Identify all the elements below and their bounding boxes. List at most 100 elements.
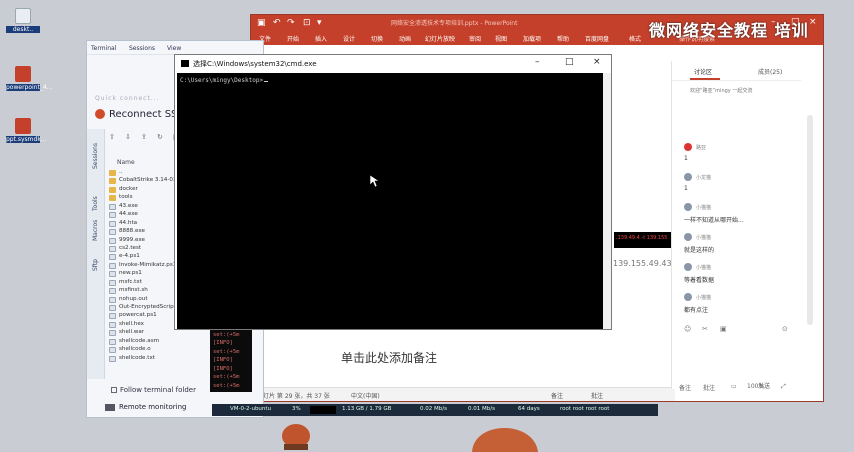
slideshow-icon[interactable]: ⊡ [303, 18, 311, 28]
menu-sessions[interactable]: Sessions [129, 45, 155, 52]
file-name: 8888.exe [119, 228, 145, 235]
discussion-scrollbar[interactable] [807, 115, 813, 325]
side-tab-sessions[interactable]: Sessions [92, 143, 99, 169]
cmd-console[interactable]: C:\Users\mingy\Desktop> [177, 73, 603, 329]
users-list: root root root root [560, 406, 610, 412]
comments-toggle[interactable]: 批注 [703, 383, 715, 392]
desktop-icon[interactable]: ppt.sysmdk... [6, 118, 47, 143]
file-name: tools [119, 194, 133, 201]
slide-counter: 幻灯片 第 29 张，共 37 张 [257, 393, 330, 400]
message-text: 就是这样的 [684, 247, 715, 254]
save-icon[interactable]: ▣ [257, 18, 266, 28]
minimize-icon[interactable]: – [535, 57, 540, 67]
prompt-text: C:\Users\mingy\Desktop> [180, 77, 264, 84]
terminal-fragment: .139.49.4 -t 139.155 [614, 232, 674, 248]
tab-animations[interactable]: 动画 [399, 34, 411, 43]
zoom-level[interactable]: 100% [747, 383, 764, 390]
chat-toolbar: ☺ ✂ ▣ ⊙ [684, 325, 794, 335]
file-icon [109, 305, 116, 311]
tab-help[interactable]: 帮助 [557, 34, 569, 43]
desktop-icon[interactable]: powerpoint_4... [6, 66, 52, 91]
up-folder-icon[interactable]: ⇧ [109, 133, 115, 141]
settings-icon[interactable]: ⊙ [782, 325, 788, 333]
notes-toggle[interactable]: 备注 [679, 383, 691, 392]
file-name: docker [119, 185, 138, 192]
menu-terminal[interactable]: Terminal [91, 45, 116, 52]
terminal-line: set:(+5m [213, 331, 240, 338]
message-text: 都有点注 [684, 307, 709, 314]
view-icon[interactable]: ▭ [731, 383, 737, 390]
chat-message: 小猫猫 一样不知道从哪开始... [684, 203, 744, 224]
tab-home[interactable]: 开始 [287, 34, 299, 43]
side-tab-tools[interactable]: Tools [92, 196, 99, 211]
upload-icon[interactable]: ⇪ [141, 133, 147, 141]
cmd-window: 选择C:\Windows\system32\cmd.exe – □ × C:\U… [174, 54, 612, 330]
side-tab-macros[interactable]: Macros [92, 220, 99, 241]
tab-review[interactable]: 审阅 [469, 34, 481, 43]
download-icon[interactable]: ⇩ [125, 133, 131, 141]
folder-icon [109, 186, 116, 193]
tab-transitions[interactable]: 切换 [371, 34, 383, 43]
remote-monitoring-label: Remote monitoring [119, 403, 187, 411]
file-icon [15, 8, 31, 24]
message-text: 一样不知道从哪开始... [684, 217, 744, 224]
file-name: msfinst.sh [119, 287, 148, 294]
remote-monitoring-button[interactable]: Remote monitoring [105, 403, 186, 411]
avatar [684, 143, 692, 151]
customize-icon[interactable]: ▾ [317, 18, 322, 28]
tab-design[interactable]: 设计 [343, 34, 355, 43]
tab-format[interactable]: 格式 [629, 34, 641, 43]
refresh-icon[interactable]: ↻ [157, 133, 163, 141]
side-tab-sftp[interactable]: Sftp [92, 259, 99, 271]
cmd-app-icon [181, 60, 189, 67]
terminal-line: set:(+5m [213, 348, 240, 355]
welcome-notice: 欢迎“路亚”mingy 一起交流 [690, 88, 753, 94]
chat-message: 小猫猫 就是这样的 [684, 233, 714, 254]
file-name: shellcode.o [119, 346, 151, 353]
sender-name: 路亚 [696, 144, 707, 151]
file-icon [109, 237, 116, 244]
file-name: 9999.exe [119, 236, 145, 243]
message-text: 1 [684, 185, 688, 192]
tab-baidu[interactable]: 百度网盘 [585, 34, 609, 43]
terminal-line: [INFO] [213, 357, 233, 363]
tab-slideshow[interactable]: 幻灯片放映 [425, 34, 455, 43]
image-icon[interactable]: ▣ [720, 325, 727, 333]
desktop-icon[interactable]: deskt.. [6, 8, 40, 33]
file-icon [109, 355, 116, 362]
file-name: e-4.ps1 [119, 253, 140, 260]
scissors-icon[interactable]: ✂ [702, 325, 708, 333]
maximize-icon[interactable]: □ [565, 57, 574, 67]
close-icon[interactable]: × [809, 17, 817, 27]
file-icon [109, 229, 116, 236]
notes-toggle[interactable]: 备注 [551, 391, 563, 400]
redo-icon[interactable]: ↷ [287, 18, 295, 28]
file-name: shellcode.txt [119, 354, 155, 361]
file-name: new.ps1 [119, 270, 142, 277]
tab-insert[interactable]: 插入 [315, 34, 327, 43]
file-name: msfc.txt [119, 278, 142, 285]
column-header-name[interactable]: Name [117, 159, 135, 166]
quick-connect-input[interactable]: Quick connect... [95, 95, 160, 102]
tab-addins[interactable]: 加载项 [523, 34, 541, 43]
notes-placeholder[interactable]: 单击此处添加备注 [341, 349, 437, 366]
close-icon[interactable]: × [593, 57, 601, 67]
cmd-scrollbar[interactable] [603, 73, 611, 329]
emoji-icon[interactable]: ☺ [684, 325, 691, 333]
file-icon [109, 313, 116, 320]
monitor-icon [105, 403, 115, 411]
undo-icon[interactable]: ↶ [273, 18, 281, 28]
menu-view[interactable]: View [167, 45, 181, 52]
file-name: shell.war [119, 329, 145, 336]
folder-icon [109, 170, 116, 176]
file-icon [109, 245, 116, 252]
fit-icon[interactable]: ⤢ [781, 383, 786, 391]
discussion-panel: 讨论区 成员(25) 欢迎“路亚”mingy 一起交流 路亚 1 小龙猫 1 小… [671, 61, 801, 390]
tab-members[interactable]: 成员(25) [758, 67, 782, 76]
cmd-titlebar: 选择C:\Windows\system32\cmd.exe – □ × [175, 55, 611, 73]
comments-toggle[interactable]: 批注 [591, 391, 603, 400]
follow-folder-checkbox[interactable]: Follow terminal folder [111, 386, 196, 394]
tab-view[interactable]: 视图 [495, 34, 507, 43]
ssh-terminal[interactable]: [INFO]set:(+5m[INFO]set:(+5m[INFO][INFO]… [210, 322, 252, 392]
tab-discussion[interactable]: 讨论区 [694, 67, 712, 76]
